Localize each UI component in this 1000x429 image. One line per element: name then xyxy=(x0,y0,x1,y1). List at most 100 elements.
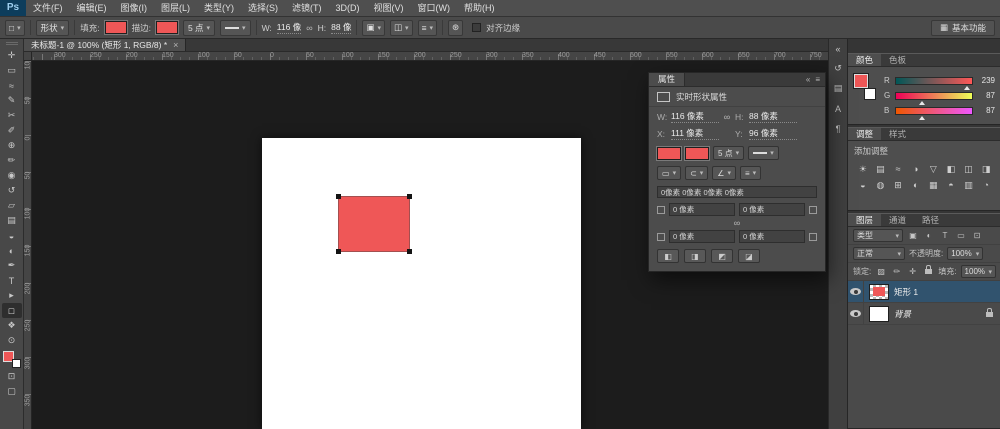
filter-pixel-layers-icon[interactable]: ▣ xyxy=(907,230,919,242)
tab-swatches[interactable]: 色板 xyxy=(881,54,914,66)
adjustment-selective-color-button[interactable]: ◔ xyxy=(977,177,995,193)
adjustment-curves-button[interactable]: ≈ xyxy=(889,161,907,177)
menu-3d[interactable]: 3D(D) xyxy=(329,0,367,16)
adjustment-posterize-button[interactable]: ▦ xyxy=(925,177,943,193)
vertical-ruler[interactable]: 100 50 0 50 100 150 200 250 300 350 xyxy=(24,61,32,429)
path-operations-button[interactable]: ▣ ▾ xyxy=(362,20,385,36)
eyedropper-tool[interactable]: ✐ xyxy=(2,123,22,138)
fill-color-swatch[interactable] xyxy=(657,147,681,160)
stroke-width-dropdown[interactable]: 5 点 ▾ xyxy=(713,146,744,160)
adjustment-channel-mixer-button[interactable]: ◍ xyxy=(872,177,890,193)
foreground-background-swatches[interactable] xyxy=(854,74,878,102)
menu-select[interactable]: 选择(S) xyxy=(241,0,285,16)
radius-bottom-left-field[interactable]: 0 像素 xyxy=(669,230,735,243)
green-channel-slider[interactable] xyxy=(895,92,973,100)
lasso-tool[interactable]: ≈ xyxy=(2,78,22,93)
rectangle-tool[interactable]: □ xyxy=(2,303,22,318)
menu-filter[interactable]: 滤镜(T) xyxy=(285,0,329,16)
corner-radius-summary-field[interactable]: 0像素 0像素 0像素 0像素 xyxy=(657,186,817,198)
path-alignment-button[interactable]: ◫ ▾ xyxy=(390,20,413,36)
menu-layer[interactable]: 图层(L) xyxy=(154,0,197,16)
shape-op-button-1[interactable]: ◧ xyxy=(657,249,679,263)
tab-layers[interactable]: 图层 xyxy=(848,214,881,226)
tab-color[interactable]: 颜色 xyxy=(848,54,881,66)
filter-type-dropdown[interactable]: 类型 ▾ xyxy=(853,229,903,242)
tab-paths[interactable]: 路径 xyxy=(914,214,947,226)
document-tab[interactable]: 未标题-1 @ 100% (矩形 1, RGB/8) * × xyxy=(24,39,186,51)
quick-mask-button[interactable]: ⊡ xyxy=(2,369,22,384)
stroke-width-dropdown[interactable]: 5 点 ▾ xyxy=(183,20,215,36)
toolbar-grip[interactable] xyxy=(6,42,18,45)
blur-tool[interactable]: ◒ xyxy=(2,228,22,243)
lock-position-icon[interactable]: ✛ xyxy=(907,266,919,278)
adjustment-black-white-button[interactable]: ◨ xyxy=(977,161,995,177)
properties-tab[interactable]: 属性 xyxy=(649,73,685,86)
layer-row-background[interactable]: 背景 xyxy=(848,303,1000,325)
clone-stamp-tool[interactable]: ◉ xyxy=(2,168,22,183)
history-brush-tool[interactable]: ↺ xyxy=(2,183,22,198)
anchor-handle-bottom-right[interactable] xyxy=(407,249,412,254)
foreground-color-swatch[interactable] xyxy=(854,74,868,88)
adjustment-threshold-button[interactable]: ◓ xyxy=(942,177,960,193)
geometry-settings-button[interactable]: ⊛ xyxy=(448,20,463,36)
slider-marker-icon[interactable] xyxy=(964,83,970,90)
collapse-panel-icon[interactable]: « xyxy=(806,75,810,84)
visibility-toggle[interactable] xyxy=(848,281,864,302)
blue-channel-slider[interactable] xyxy=(895,107,973,115)
x-field[interactable]: 111 像素 xyxy=(671,127,719,140)
history-panel-icon[interactable]: ↺ xyxy=(831,62,846,75)
menu-edit[interactable]: 编辑(E) xyxy=(70,0,114,16)
lock-transparent-pixels-icon[interactable]: ▨ xyxy=(875,266,887,278)
height-field[interactable]: 88 像 xyxy=(331,21,351,34)
move-tool[interactable]: ✛ xyxy=(2,48,22,63)
radius-top-right-field[interactable]: 0 像素 xyxy=(739,203,805,216)
rectangular-marquee-tool[interactable]: ▭ xyxy=(2,63,22,78)
stroke-color-swatch[interactable] xyxy=(685,147,709,160)
link-corners-icon[interactable]: ∞ xyxy=(734,218,740,228)
adjustment-vibrance-button[interactable]: ▽ xyxy=(925,161,943,177)
stroke-more-dropdown[interactable]: ≡ ▾ xyxy=(740,166,761,180)
stroke-style-dropdown[interactable]: ▾ xyxy=(748,146,779,160)
h-field[interactable]: 88 像素 xyxy=(749,110,797,123)
stroke-color-swatch[interactable] xyxy=(156,21,178,34)
y-field[interactable]: 96 像素 xyxy=(749,127,797,140)
radius-bottom-right-field[interactable]: 0 像素 xyxy=(739,230,805,243)
document-page[interactable] xyxy=(262,138,581,429)
horizontal-ruler[interactable]: 300 250 200 150 100 50 0 50 100 150 200 … xyxy=(24,52,828,61)
menu-view[interactable]: 视图(V) xyxy=(367,0,411,16)
fill-opacity-dropdown[interactable]: 100% ▾ xyxy=(961,265,996,278)
lock-image-pixels-icon[interactable]: ✏ xyxy=(891,266,903,278)
brush-tool[interactable]: ✏ xyxy=(2,153,22,168)
adjustment-gradient-map-button[interactable]: ▥ xyxy=(960,177,978,193)
blue-channel-value[interactable]: 87 xyxy=(977,106,995,115)
workspace-switcher[interactable]: ▦ 基本功能 xyxy=(931,20,995,36)
layer-thumbnail[interactable] xyxy=(869,284,889,300)
screen-mode-button[interactable]: ▢ xyxy=(2,384,22,399)
menu-help[interactable]: 帮助(H) xyxy=(457,0,502,16)
type-tool[interactable]: T xyxy=(2,273,22,288)
panel-menu-icon[interactable]: ≡ xyxy=(815,75,820,84)
stroke-style-dropdown[interactable]: ▾ xyxy=(220,20,251,36)
link-dimensions-icon[interactable]: ∞ xyxy=(306,23,312,33)
radius-top-left-field[interactable]: 0 像素 xyxy=(669,203,735,216)
layer-name[interactable]: 矩形 1 xyxy=(894,286,918,298)
link-dimensions-icon[interactable]: ∞ xyxy=(719,112,735,122)
crop-tool[interactable]: ✂ xyxy=(2,108,22,123)
anchor-handle-top-right[interactable] xyxy=(407,194,412,199)
tab-adjustments[interactable]: 调整 xyxy=(848,128,881,140)
filter-adjustment-layers-icon[interactable]: ◐ xyxy=(923,230,935,242)
adjustment-color-lookup-button[interactable]: ⊞ xyxy=(889,177,907,193)
healing-brush-tool[interactable]: ⊕ xyxy=(2,138,22,153)
adjustment-levels-button[interactable]: ▤ xyxy=(872,161,890,177)
tab-channels[interactable]: 通道 xyxy=(881,214,914,226)
lock-all-button[interactable] xyxy=(923,266,935,278)
red-channel-value[interactable]: 239 xyxy=(977,76,995,85)
adjustment-photo-filter-button[interactable]: ◒ xyxy=(854,177,872,193)
menu-window[interactable]: 窗口(W) xyxy=(411,0,458,16)
tab-styles[interactable]: 样式 xyxy=(881,128,914,140)
filter-smart-objects-icon[interactable]: ⊡ xyxy=(971,230,983,242)
adjustment-exposure-button[interactable]: ◑ xyxy=(907,161,925,177)
blend-mode-dropdown[interactable]: 正常 ▾ xyxy=(853,247,905,260)
layer-row-rectangle-1[interactable]: 矩形 1 xyxy=(848,281,1000,303)
tool-mode-dropdown[interactable]: 形状 ▾ xyxy=(36,20,70,36)
